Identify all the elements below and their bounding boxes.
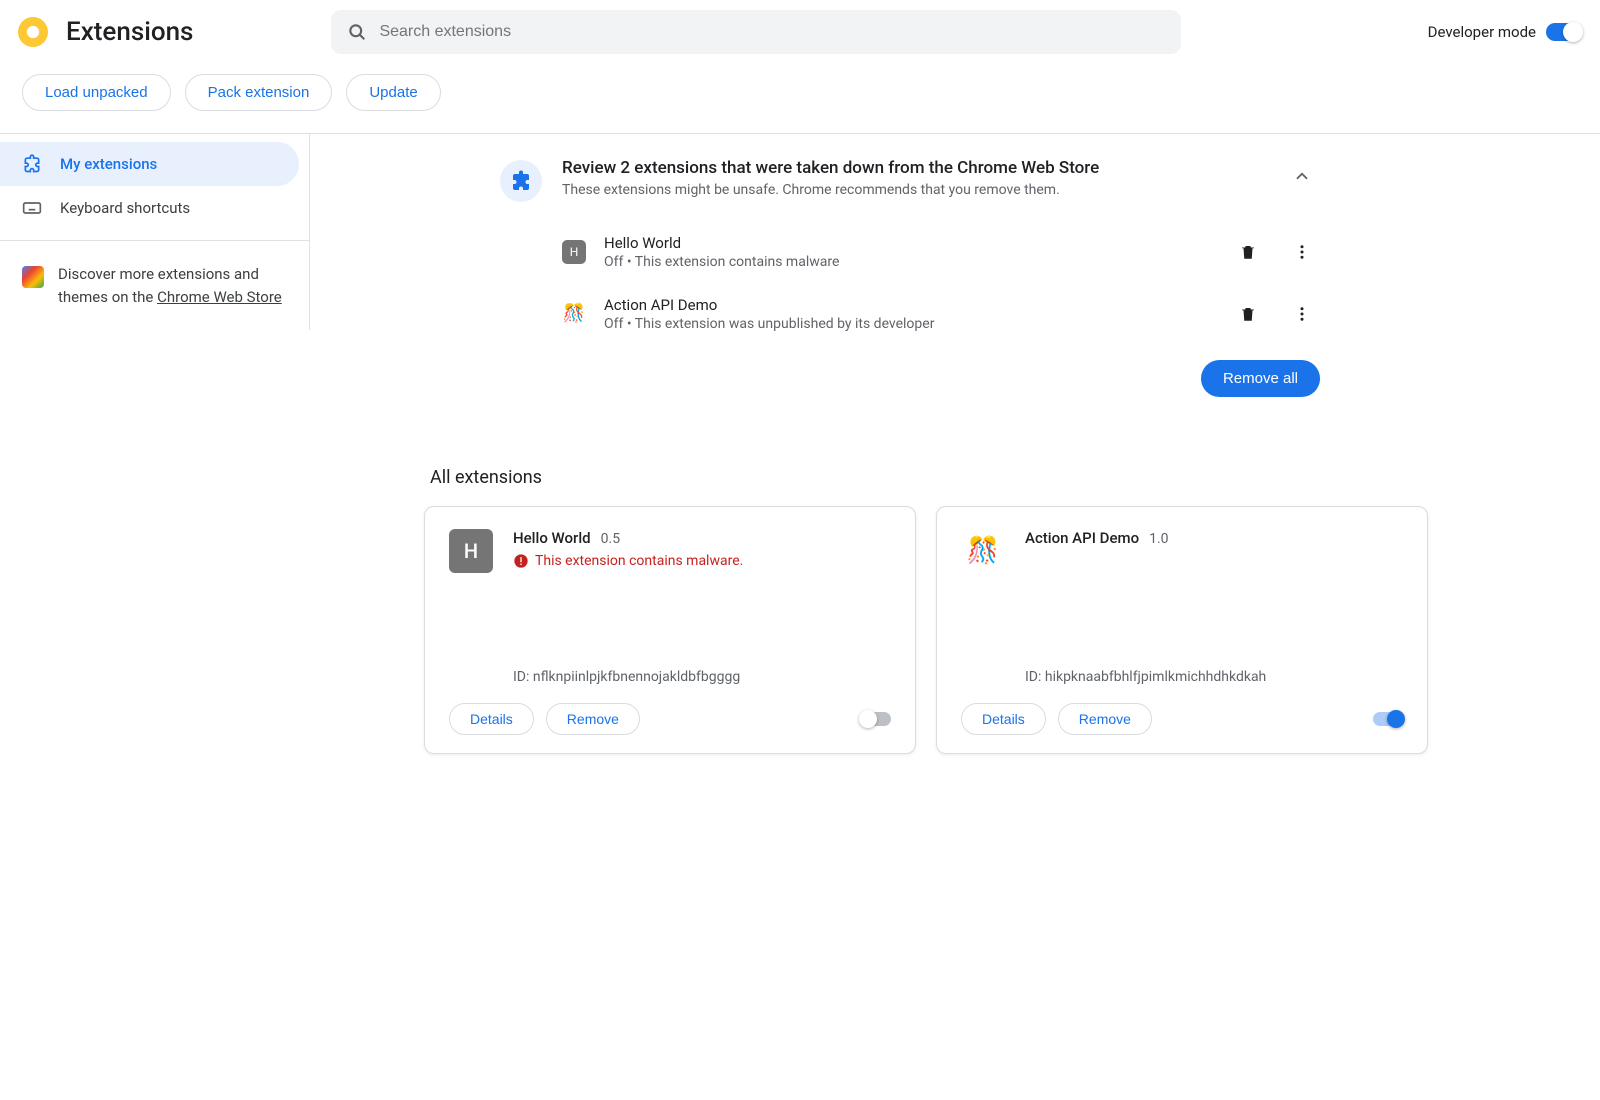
review-list-item: 🎊 Action API Demo Off • This extension w… — [562, 290, 1320, 352]
all-extensions-heading: All extensions — [350, 467, 1470, 488]
review-panel-collapse-button[interactable] — [1284, 158, 1320, 194]
review-panel-title: Review 2 extensions that were taken down… — [562, 158, 1264, 178]
error-icon — [513, 553, 529, 569]
delete-button[interactable] — [1230, 296, 1266, 332]
trash-icon — [1239, 243, 1257, 261]
puzzle-icon — [509, 169, 533, 193]
review-item-status: Off • This extension contains malware — [604, 254, 1212, 270]
review-item-name: Hello World — [604, 234, 1212, 252]
extension-card-id: ID: hikpknaabfbhlfjpimlkmichhdhkdkah — [961, 629, 1403, 685]
more-vert-icon — [1293, 243, 1311, 261]
discover-text: Discover more extensions and themes on t… — [58, 263, 287, 308]
load-unpacked-button[interactable]: Load unpacked — [22, 74, 171, 111]
sidebar-item-keyboard-shortcuts[interactable]: Keyboard shortcuts — [0, 186, 299, 230]
review-panel-icon-badge — [500, 160, 542, 202]
remove-button[interactable]: Remove — [1058, 703, 1152, 735]
developer-mode-label: Developer mode — [1428, 23, 1536, 41]
details-button[interactable]: Details — [449, 703, 534, 735]
sidebar-item-my-extensions[interactable]: My extensions — [0, 142, 299, 186]
extension-icon-helloworld: H — [562, 240, 586, 264]
extension-card-warning: This extension contains malware. — [535, 553, 743, 569]
more-vert-icon — [1293, 305, 1311, 323]
more-menu-button[interactable] — [1284, 234, 1320, 270]
review-item-name: Action API Demo — [604, 296, 1212, 314]
extension-card-id: ID: nflknpiinlpjkfbnennojakldbfbgggg — [449, 629, 891, 685]
search-input[interactable] — [379, 23, 1165, 41]
extension-card-icon: H — [449, 529, 493, 573]
page-title: Extensions — [66, 17, 193, 47]
review-item-status: Off • This extension was unpublished by … — [604, 316, 1212, 332]
chrome-web-store-icon — [22, 266, 44, 288]
chevron-up-icon — [1293, 167, 1311, 185]
extension-card-name: Action API Demo — [1025, 529, 1139, 547]
review-list-item: H Hello World Off • This extension conta… — [562, 228, 1320, 290]
extension-card-icon: 🎊 — [961, 529, 1005, 573]
extension-icon-actionapidemo: 🎊 — [562, 302, 586, 326]
extension-card-version: 1.0 — [1149, 531, 1168, 547]
remove-button[interactable]: Remove — [546, 703, 640, 735]
remove-all-button[interactable]: Remove all — [1201, 360, 1320, 397]
sidebar-item-label: My extensions — [60, 155, 157, 173]
extension-card-name: Hello World — [513, 529, 591, 547]
developer-mode-toggle[interactable] — [1546, 23, 1582, 41]
review-panel-subtitle: These extensions might be unsafe. Chrome… — [562, 182, 1264, 198]
extension-enable-toggle[interactable] — [861, 712, 891, 726]
update-button[interactable]: Update — [346, 74, 440, 111]
sidebar-item-label: Keyboard shortcuts — [60, 199, 190, 217]
pack-extension-button[interactable]: Pack extension — [185, 74, 333, 111]
extension-card-version: 0.5 — [601, 531, 620, 547]
more-menu-button[interactable] — [1284, 296, 1320, 332]
chrome-extensions-logo — [18, 17, 48, 47]
search-icon — [347, 22, 367, 42]
extension-enable-toggle[interactable] — [1373, 712, 1403, 726]
chrome-web-store-link[interactable]: Chrome Web Store — [157, 288, 282, 306]
extension-card: 🎊 Action API Demo 1.0 ID: hikpknaabfbhlf… — [936, 506, 1428, 754]
search-field-wrap[interactable] — [331, 10, 1181, 54]
delete-button[interactable] — [1230, 234, 1266, 270]
extension-card: H Hello World 0.5 This extension contain… — [424, 506, 916, 754]
details-button[interactable]: Details — [961, 703, 1046, 735]
extension-icon — [22, 154, 42, 174]
trash-icon — [1239, 305, 1257, 323]
keyboard-icon — [22, 198, 42, 218]
